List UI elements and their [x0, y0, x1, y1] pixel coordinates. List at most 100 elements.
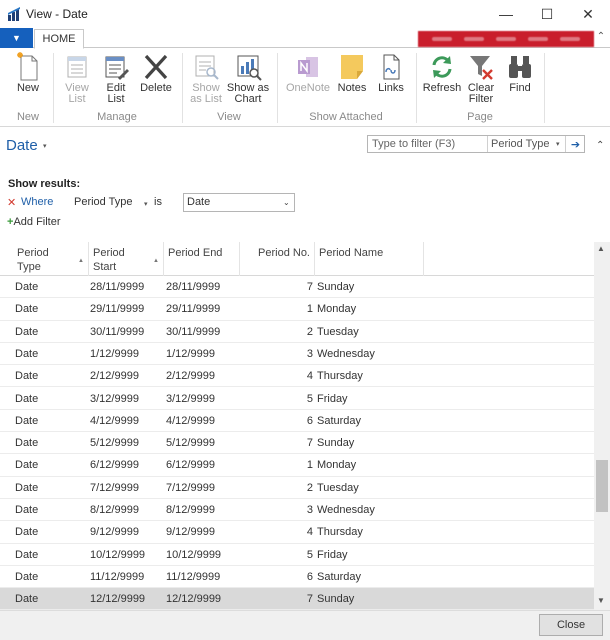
- group-label-show-attached: Show Attached: [309, 111, 383, 123]
- cell-period-type: Date: [15, 459, 39, 472]
- page-title[interactable]: Date: [6, 137, 38, 154]
- chevron-down-icon[interactable]: ⌄: [283, 198, 290, 207]
- table-row[interactable]: Date 9/12/9999 9/12/9999 4 Thursday: [0, 521, 594, 544]
- cell-period-no: 1: [306, 303, 313, 316]
- cell-period-end: 3/12/9999: [166, 392, 215, 405]
- cell-period-start: 12/12/9999: [90, 593, 146, 606]
- find-button[interactable]: Find: [502, 49, 538, 109]
- cell-period-start: 3/12/9999: [90, 392, 139, 405]
- scroll-up-icon[interactable]: ▲: [597, 244, 605, 253]
- column-header-period-type[interactable]: Period Type ▲: [13, 242, 89, 276]
- show-results-label: Show results:: [8, 178, 81, 190]
- table-row[interactable]: Date 28/11/9999 28/11/9999 7 Sunday: [0, 276, 594, 299]
- table-row[interactable]: Date 5/12/9999 5/12/9999 7 Sunday: [0, 432, 594, 455]
- clear-filter-button[interactable]: Clear Filter: [464, 49, 498, 109]
- table-row[interactable]: Date 4/12/9999 4/12/9999 6 Saturday: [0, 410, 594, 433]
- add-filter-label: Add Filter: [13, 216, 61, 228]
- cell-period-no: 7: [306, 593, 313, 606]
- table-row[interactable]: Date 7/12/9999 7/12/9999 2 Tuesday: [0, 477, 594, 499]
- where-field-select[interactable]: Period Type: [74, 196, 133, 208]
- cell-period-type: Date: [15, 437, 39, 450]
- table-row[interactable]: Date 11/12/9999 11/12/9999 6 Saturday: [0, 566, 594, 589]
- table-row[interactable]: Date 6/12/9999 6/12/9999 1 Monday: [0, 454, 594, 477]
- filter-input[interactable]: [368, 136, 486, 152]
- table-row[interactable]: Date 10/12/9999 10/12/9999 5 Friday: [0, 544, 594, 566]
- close-window-button[interactable]: ✕: [568, 3, 608, 25]
- maximize-button[interactable]: ☐: [527, 3, 567, 25]
- cell-period-no: 5: [306, 392, 313, 405]
- remove-filter-icon[interactable]: ✕: [7, 196, 16, 209]
- table-row[interactable]: Date 1/12/9999 1/12/9999 3 Wednesday: [0, 343, 594, 366]
- minimize-button[interactable]: —: [486, 3, 526, 25]
- where-value-select[interactable]: Date: [183, 193, 295, 212]
- cell-period-end: 2/12/9999: [166, 370, 215, 383]
- column-header-period-no[interactable]: Period No.: [240, 242, 315, 276]
- add-filter-button[interactable]: +Add Filter: [7, 216, 61, 228]
- arrow-right-icon[interactable]: ➔: [565, 136, 585, 152]
- table-row[interactable]: Date 30/11/9999 30/11/9999 2 Tuesday: [0, 321, 594, 343]
- cell-period-name: Thursday: [317, 526, 363, 539]
- onenote-label: OneNote: [285, 82, 331, 94]
- view-list-button[interactable]: View List: [60, 49, 94, 109]
- close-button[interactable]: Close: [539, 614, 603, 636]
- chevron-down-icon[interactable]: ▾: [556, 140, 560, 148]
- sort-ascending-icon: ▲: [153, 258, 159, 264]
- clear-filter-label: Clear Filter: [467, 82, 495, 105]
- clear-filter-icon: [470, 56, 493, 80]
- cell-period-end: 1/12/9999: [166, 347, 215, 360]
- refresh-button[interactable]: Refresh: [422, 49, 462, 109]
- scroll-down-icon[interactable]: ▼: [597, 596, 605, 605]
- cell-period-start: 8/12/9999: [90, 504, 139, 516]
- delete-button[interactable]: Delete: [138, 49, 174, 109]
- chevron-down-icon[interactable]: ▾: [144, 200, 148, 208]
- cell-period-name: Monday: [317, 459, 357, 472]
- where-label: Where: [21, 196, 54, 208]
- onenote-icon: [298, 57, 318, 77]
- group-divider: [544, 53, 545, 123]
- redacted-user-banner: [418, 31, 594, 47]
- column-header-period-start[interactable]: Period Start ▲: [89, 242, 164, 276]
- cell-period-end: 10/12/9999: [166, 548, 222, 561]
- filter-field-select[interactable]: Period Type: [487, 136, 565, 152]
- cell-period-no: 1: [306, 459, 313, 472]
- table-row[interactable]: Date 29/11/9999 29/11/9999 1 Monday: [0, 298, 594, 321]
- edit-list-button[interactable]: Edit List: [100, 49, 132, 109]
- table-row[interactable]: Date 12/12/9999 12/12/9999 7 Sunday: [0, 588, 594, 610]
- tab-home[interactable]: HOME: [34, 29, 84, 49]
- view-list-label: View List: [65, 82, 89, 105]
- period-grid: Period Type ▲ Period Start ▲ Period End Pe…: [0, 242, 594, 610]
- cell-period-type: Date: [15, 504, 39, 516]
- app-menu-button[interactable]: ▼: [0, 28, 33, 48]
- links-button[interactable]: Links: [374, 49, 408, 109]
- table-row[interactable]: Date 3/12/9999 3/12/9999 5 Friday: [0, 388, 594, 410]
- cell-period-no: 6: [306, 570, 313, 583]
- table-row[interactable]: Date 8/12/9999 8/12/9999 3 Wednesday: [0, 499, 594, 522]
- delete-x-icon: [144, 54, 168, 80]
- show-as-list-button[interactable]: Show as List: [188, 49, 224, 109]
- cell-period-end: 8/12/9999: [166, 504, 215, 516]
- chevron-up-icon[interactable]: ⌃: [596, 140, 604, 151]
- cell-period-end: 5/12/9999: [166, 437, 215, 450]
- scrollbar-thumb[interactable]: [596, 460, 608, 512]
- grid-header: Period Type ▲ Period Start ▲ Period End Pe…: [0, 242, 594, 276]
- new-button[interactable]: New: [8, 49, 48, 109]
- chevron-down-icon[interactable]: ▾: [43, 142, 47, 150]
- show-as-chart-button[interactable]: Show as Chart: [226, 49, 270, 109]
- table-row[interactable]: Date 2/12/9999 2/12/9999 4 Thursday: [0, 365, 594, 388]
- filter-box: Period Type ▾ ➔: [367, 135, 585, 153]
- cell-period-no: 2: [306, 481, 313, 494]
- cell-period-end: 12/12/9999: [166, 593, 222, 606]
- column-header-period-name[interactable]: Period Name: [315, 242, 424, 276]
- cell-period-no: 4: [306, 370, 313, 383]
- vertical-scrollbar[interactable]: ▲ ▼: [594, 242, 610, 610]
- cell-period-start: 9/12/9999: [90, 526, 139, 539]
- column-header-period-end[interactable]: Period End: [164, 242, 240, 276]
- notes-button[interactable]: Notes: [334, 49, 370, 109]
- onenote-button[interactable]: OneNote: [284, 49, 332, 109]
- group-divider: [53, 53, 54, 123]
- ribbon-collapse-icon[interactable]: ⌃: [594, 31, 608, 45]
- cell-period-start: 11/12/9999: [90, 570, 145, 583]
- cell-period-name: Tuesday: [317, 325, 359, 338]
- refresh-icon: [432, 56, 452, 78]
- cell-period-start: 4/12/9999: [90, 414, 139, 427]
